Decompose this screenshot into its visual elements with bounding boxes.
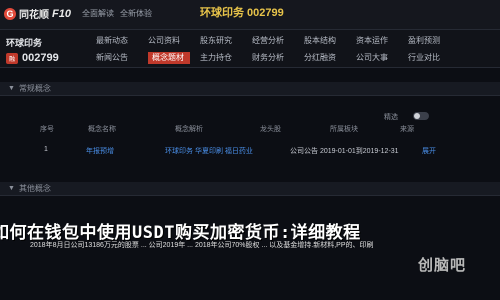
menu-item[interactable]: 行业对比 xyxy=(408,52,460,64)
stock-nav-bar: 环球印务 融 002799 最新动态 公司资料 股东研究 经营分析 股本结构 资… xyxy=(0,30,500,68)
stock-info: 环球印务 融 002799 xyxy=(6,36,59,64)
chevron-down-icon: ▼ xyxy=(8,185,15,192)
menu-item[interactable]: 新闻公告 xyxy=(96,52,148,64)
filter-toggle[interactable] xyxy=(413,112,429,120)
top-nav-item-experience[interactable]: 全新体验 xyxy=(120,8,152,19)
watermark-stamp: 创脑吧 xyxy=(418,257,467,274)
table-row[interactable]: 1 年报预增 环球印务 华夏印刷 福日药业 公司公告 2019-01-01到20… xyxy=(0,143,500,157)
table-header: 序号 概念名称 概念解析 龙头股 所属板块 来源 xyxy=(0,122,500,136)
brand-name: 同花顺 xyxy=(19,10,49,21)
top-nav-item-interpret[interactable]: 全面解读 xyxy=(82,8,114,19)
menu-item[interactable]: 主力持仓 xyxy=(200,52,252,64)
menu-item[interactable]: 公司大事 xyxy=(356,52,408,64)
chevron-down-icon: ▼ xyxy=(8,85,15,92)
top-nav: 全面解读 全新体验 xyxy=(82,8,152,19)
stock-code: 002799 xyxy=(22,52,59,64)
menu-item[interactable]: 分红融资 xyxy=(304,52,356,64)
toggle-label: 精选 xyxy=(384,114,398,121)
panel-header-other[interactable]: ▼ 其他概念 xyxy=(0,182,500,196)
row-index: 1 xyxy=(44,146,48,153)
menu-item[interactable]: 资本运作 xyxy=(356,35,408,47)
f10-menu: 最新动态 公司资料 股东研究 经营分析 股本结构 资本运作 盈利预测 新闻公告 … xyxy=(96,35,460,64)
column-header: 序号 xyxy=(40,126,54,133)
menu-item[interactable]: 最新动态 xyxy=(96,35,148,47)
column-header: 龙头股 xyxy=(260,126,281,133)
menu-item[interactable]: 盈利预测 xyxy=(408,35,460,47)
concept-name-link[interactable]: 年报预增 xyxy=(86,146,114,156)
stock-name: 环球印务 xyxy=(6,38,43,48)
panel-header-regular[interactable]: ▼ 常规概念 xyxy=(0,82,500,96)
logo-icon: G xyxy=(4,7,16,20)
brand-suffix: F10 xyxy=(52,7,71,20)
source-text: 公司公告 2019-01-01到2019-12-31 xyxy=(290,148,399,155)
page-headline: 环球印务 002799 xyxy=(200,7,284,19)
menu-item[interactable]: 股东研究 xyxy=(200,35,252,47)
margin-badge: 融 xyxy=(6,52,19,64)
column-header: 来源 xyxy=(400,126,414,133)
expand-link[interactable]: 展开 xyxy=(422,146,436,156)
menu-item[interactable]: 财务分析 xyxy=(252,52,304,64)
panel-title: 其他概念 xyxy=(18,184,51,193)
top-bar: G 同花顺 F10 全面解读 全新体验 环球印务 002799 xyxy=(0,0,500,30)
column-header: 概念解析 xyxy=(175,126,203,133)
app-logo[interactable]: G 同花顺 F10 xyxy=(4,6,71,21)
leading-stocks[interactable]: 环球印务 华夏印刷 福日药业 xyxy=(165,146,253,156)
column-header: 所属板块 xyxy=(330,126,358,133)
panel-title: 常规概念 xyxy=(18,84,51,93)
menu-item[interactable]: 公司资料 xyxy=(148,35,200,47)
column-header: 概念名称 xyxy=(88,126,116,133)
menu-item-concept-active[interactable]: 概念题材 xyxy=(148,52,190,64)
menu-item[interactable]: 经营分析 xyxy=(252,35,304,47)
overlay-body-text: 2018年8月日公司13186万元的股票 ... 公司2019年 ... 201… xyxy=(30,242,374,249)
overlay-title: 如何在钱包中使用USDT购买加密货币:详细教程 xyxy=(0,223,361,243)
menu-item[interactable]: 股本结构 xyxy=(304,35,356,47)
